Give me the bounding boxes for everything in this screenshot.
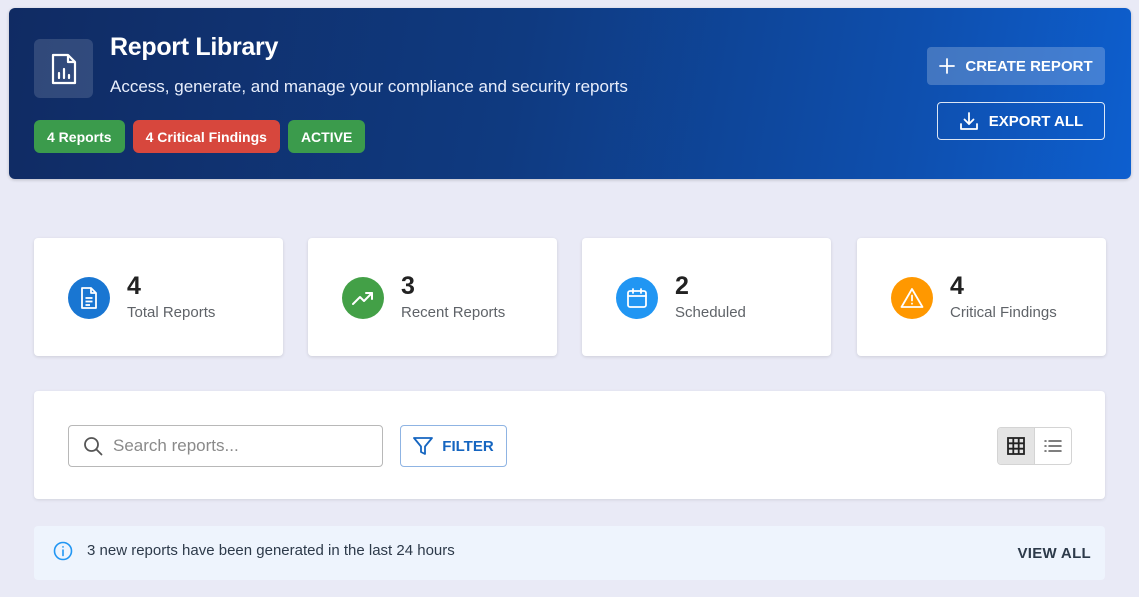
stat-label: Scheduled bbox=[675, 304, 746, 321]
reports-count-chip: 4 Reports bbox=[34, 120, 125, 153]
stat-label: Recent Reports bbox=[401, 304, 506, 321]
plus-icon bbox=[939, 58, 956, 74]
info-alert: 3 new reports have been generated in the… bbox=[34, 526, 1105, 580]
create-report-label: CREATE REPORT bbox=[965, 57, 1093, 75]
filter-icon bbox=[413, 437, 434, 455]
page-title: Report Library bbox=[110, 33, 279, 61]
list-view-button[interactable] bbox=[1034, 428, 1071, 464]
export-all-button[interactable]: EXPORT ALL bbox=[937, 102, 1105, 140]
top-strip bbox=[0, 0, 1139, 8]
search-icon bbox=[83, 436, 103, 456]
stat-card-critical-findings: 4 Critical Findings bbox=[857, 238, 1106, 356]
grid-icon bbox=[1007, 437, 1025, 455]
status-chips: 4 Reports 4 Critical Findings ACTIVE bbox=[34, 120, 366, 153]
stat-value: 2 bbox=[675, 272, 689, 300]
page-subtitle: Access, generate, and manage your compli… bbox=[110, 77, 628, 96]
download-icon bbox=[959, 112, 978, 130]
stat-value: 4 bbox=[127, 272, 141, 300]
stat-card-recent-reports: 3 Recent Reports bbox=[308, 238, 557, 356]
view-all-link[interactable]: VIEW ALL bbox=[1017, 545, 1091, 562]
warning-icon bbox=[891, 277, 933, 319]
critical-findings-chip: 4 Critical Findings bbox=[132, 120, 280, 153]
header-banner: Report Library Access, generate, and man… bbox=[9, 8, 1131, 179]
info-icon bbox=[53, 541, 73, 561]
stat-label: Total Reports bbox=[127, 304, 216, 321]
search-box[interactable] bbox=[68, 425, 383, 467]
filter-button[interactable]: FILTER bbox=[400, 425, 507, 467]
search-toolbar: FILTER bbox=[34, 391, 1105, 499]
grid-view-button[interactable] bbox=[998, 428, 1034, 464]
stat-value: 3 bbox=[401, 272, 415, 300]
alert-message: 3 new reports have been generated in the… bbox=[87, 542, 455, 559]
search-input[interactable] bbox=[113, 436, 363, 456]
stat-card-total-reports: 4 Total Reports bbox=[34, 238, 283, 356]
trending-up-icon bbox=[342, 277, 384, 319]
create-report-button[interactable]: CREATE REPORT bbox=[927, 47, 1105, 85]
report-chart-icon bbox=[34, 39, 93, 98]
active-status-chip: ACTIVE bbox=[287, 120, 366, 153]
stat-card-scheduled: 2 Scheduled bbox=[582, 238, 831, 356]
stat-value: 4 bbox=[950, 272, 964, 300]
list-icon bbox=[1044, 440, 1062, 452]
document-icon bbox=[68, 277, 110, 319]
calendar-icon bbox=[616, 277, 658, 319]
stat-label: Critical Findings bbox=[950, 304, 1057, 321]
view-mode-toggle bbox=[997, 427, 1072, 465]
export-all-label: EXPORT ALL bbox=[988, 112, 1084, 130]
filter-label: FILTER bbox=[442, 437, 494, 455]
